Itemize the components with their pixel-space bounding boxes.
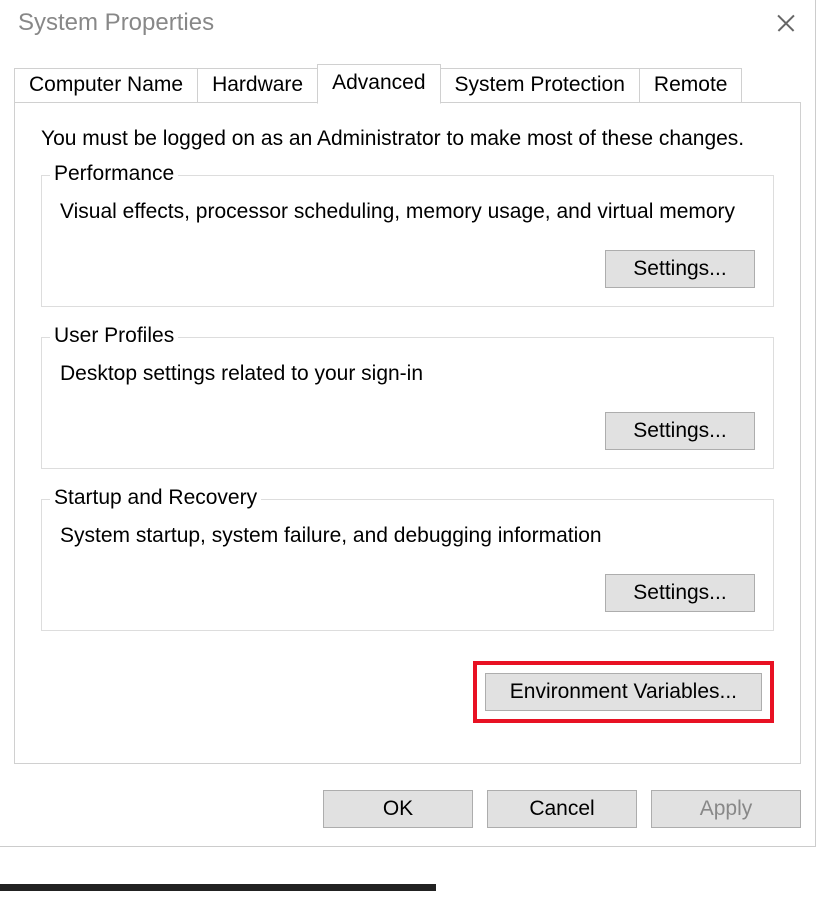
tabbar: Computer Name Hardware Advanced System P… bbox=[14, 64, 801, 103]
dialog-title: System Properties bbox=[18, 9, 214, 37]
tab-hardware[interactable]: Hardware bbox=[197, 68, 318, 103]
decorative-bar bbox=[0, 884, 436, 891]
group-performance: Performance Visual effects, processor sc… bbox=[41, 175, 774, 307]
close-icon[interactable] bbox=[769, 6, 803, 40]
group-desc: Desktop settings related to your sign-in bbox=[60, 362, 755, 386]
tab-panel-advanced: You must be logged on as an Administrato… bbox=[14, 103, 801, 764]
tab-label: Remote bbox=[654, 73, 728, 96]
startup-recovery-settings-button[interactable]: Settings... bbox=[605, 574, 755, 612]
environment-row: Environment Variables... bbox=[41, 661, 774, 723]
group-legend: Startup and Recovery bbox=[50, 486, 261, 510]
group-legend: Performance bbox=[50, 162, 178, 186]
system-properties-dialog: System Properties Computer Name Hardware… bbox=[0, 0, 816, 847]
tab-label: Advanced bbox=[332, 71, 425, 94]
highlight-box: Environment Variables... bbox=[473, 661, 774, 723]
tab-advanced[interactable]: Advanced bbox=[317, 64, 440, 104]
group-user-profiles: User Profiles Desktop settings related t… bbox=[41, 337, 774, 469]
tab-computer-name[interactable]: Computer Name bbox=[14, 68, 198, 103]
group-desc: Visual effects, processor scheduling, me… bbox=[60, 200, 755, 224]
tab-remote[interactable]: Remote bbox=[639, 68, 743, 103]
intro-text: You must be logged on as an Administrato… bbox=[41, 127, 774, 151]
environment-variables-button[interactable]: Environment Variables... bbox=[485, 673, 762, 711]
apply-button[interactable]: Apply bbox=[651, 790, 801, 828]
dialog-buttons: OK Cancel Apply bbox=[0, 778, 815, 846]
cancel-button[interactable]: Cancel bbox=[487, 790, 637, 828]
tab-label: Computer Name bbox=[29, 73, 183, 96]
group-desc: System startup, system failure, and debu… bbox=[60, 524, 755, 548]
group-startup-recovery: Startup and Recovery System startup, sys… bbox=[41, 499, 774, 631]
performance-settings-button[interactable]: Settings... bbox=[605, 250, 755, 288]
user-profiles-settings-button[interactable]: Settings... bbox=[605, 412, 755, 450]
tab-label: System Protection bbox=[455, 73, 625, 96]
tab-label: Hardware bbox=[212, 73, 303, 96]
ok-button[interactable]: OK bbox=[323, 790, 473, 828]
tab-system-protection[interactable]: System Protection bbox=[440, 68, 640, 103]
group-legend: User Profiles bbox=[50, 324, 178, 348]
titlebar: System Properties bbox=[0, 0, 815, 50]
